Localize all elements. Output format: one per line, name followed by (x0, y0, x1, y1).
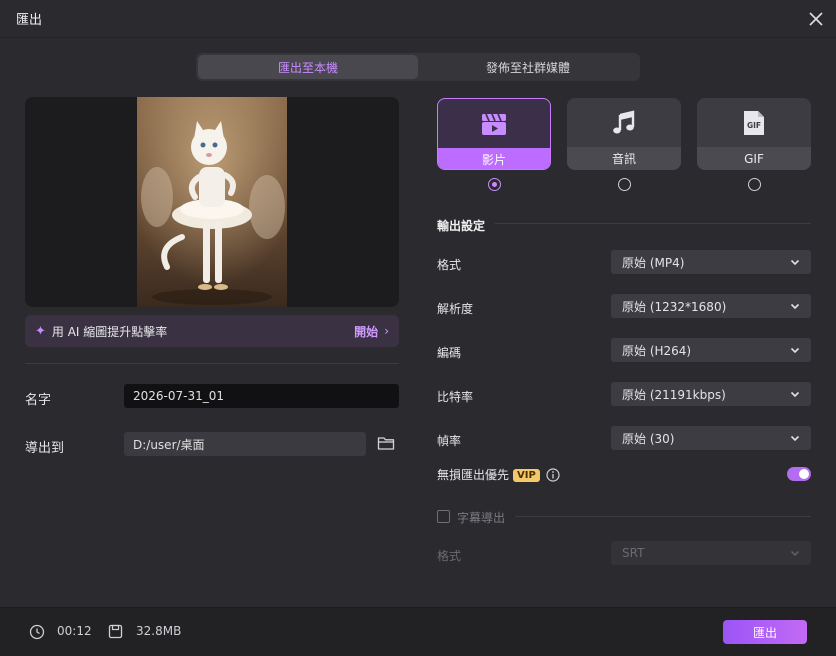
bitrate-dropdown[interactable]: 原始 (21191kbps) (611, 382, 811, 406)
bitrate-label: 比特率 (437, 390, 474, 404)
video-preview (25, 97, 399, 307)
chevron-down-icon (790, 259, 800, 266)
chevron-down-icon (790, 347, 800, 354)
export-path-value: D:/user/桌面 (133, 437, 205, 452)
ai-banner-start-link[interactable]: 開始 (354, 323, 378, 340)
bitrate-value: 原始 (21191kbps) (622, 387, 726, 402)
resolution-dropdown[interactable]: 原始 (1232*1680) (611, 294, 811, 318)
info-icon[interactable] (546, 468, 560, 482)
file-size-value: 32.8MB (136, 624, 182, 638)
resolution-label: 解析度 (437, 302, 474, 316)
tab-export-local[interactable]: 匯出至本機 (198, 55, 418, 79)
vip-badge: VIP (513, 469, 540, 482)
preview-thumbnail (137, 97, 287, 307)
sparkle-icon: ✦ (35, 323, 46, 339)
subtitle-export-label: 字幕導出 (457, 511, 506, 525)
format-value: 原始 (MP4) (622, 255, 685, 270)
type-radio-audio[interactable] (618, 178, 631, 191)
name-label: 名字 (25, 393, 52, 408)
close-icon[interactable] (806, 9, 826, 29)
codec-label: 編碼 (437, 346, 462, 360)
export-path-field[interactable]: D:/user/桌面 (124, 432, 366, 456)
ai-thumbnail-banner[interactable]: ✦ 用 AI 縮圖提升點擊率 開始 › (25, 315, 399, 347)
export-button[interactable]: 匯出 (723, 620, 807, 644)
chevron-down-icon (790, 391, 800, 398)
lossless-export-row: 無損匯出優先 VIP (437, 466, 560, 483)
folder-icon[interactable] (377, 435, 395, 451)
framerate-dropdown[interactable]: 原始 (30) (611, 426, 811, 450)
output-settings-title: 輸出設定 (437, 219, 486, 233)
lossless-export-label: 無損匯出優先 (437, 468, 510, 482)
name-input[interactable] (124, 384, 399, 408)
type-radio-gif[interactable] (748, 178, 761, 191)
subtitle-export-checkbox[interactable] (437, 510, 450, 523)
svg-text:GIF: GIF (747, 121, 761, 130)
format-label: 格式 (437, 258, 462, 272)
resolution-value: 原始 (1232*1680) (622, 299, 727, 314)
tab-publish-social[interactable]: 發佈至社群媒體 (418, 55, 638, 79)
ai-banner-label: 用 AI 縮圖提升點擊率 (51, 324, 168, 339)
type-card-video[interactable]: 影片 (437, 98, 551, 170)
export-destination-tabs: 匯出至本機 發佈至社群媒體 (196, 53, 640, 81)
codec-dropdown[interactable]: 原始 (H264) (611, 338, 811, 362)
framerate-label: 幀率 (437, 434, 462, 448)
type-card-audio[interactable]: 音訊 (567, 98, 681, 170)
subtitle-format-label: 格式 (437, 549, 462, 563)
divider (515, 516, 811, 517)
file-size-icon (108, 624, 123, 639)
lossless-export-toggle[interactable] (787, 467, 811, 481)
type-radio-video[interactable] (488, 178, 501, 191)
chevron-down-icon (790, 550, 800, 557)
format-dropdown[interactable]: 原始 (MP4) (611, 250, 811, 274)
codec-value: 原始 (H264) (622, 343, 692, 358)
divider (25, 363, 399, 364)
type-label-audio: 音訊 (567, 147, 681, 170)
title-bar: 匯出 (0, 0, 836, 38)
type-card-gif[interactable]: GIF GIF (697, 98, 811, 170)
subtitle-format-dropdown: SRT (611, 541, 811, 565)
video-clapper-icon (482, 113, 506, 135)
subtitle-format-value: SRT (622, 546, 645, 560)
type-label-gif: GIF (697, 147, 811, 170)
divider (495, 223, 811, 224)
clock-icon (29, 624, 45, 640)
gif-file-icon: GIF (744, 110, 764, 135)
framerate-value: 原始 (30) (622, 431, 675, 446)
export-path-label: 導出到 (25, 441, 65, 456)
chevron-right-icon: › (384, 324, 389, 338)
window-title: 匯出 (16, 13, 43, 28)
chevron-down-icon (790, 303, 800, 310)
duration-value: 00:12 (57, 624, 92, 638)
type-label-video: 影片 (438, 148, 550, 169)
music-note-icon (613, 109, 635, 133)
chevron-down-icon (790, 435, 800, 442)
footer-bar: 00:12 32.8MB 匯出 (0, 607, 836, 656)
